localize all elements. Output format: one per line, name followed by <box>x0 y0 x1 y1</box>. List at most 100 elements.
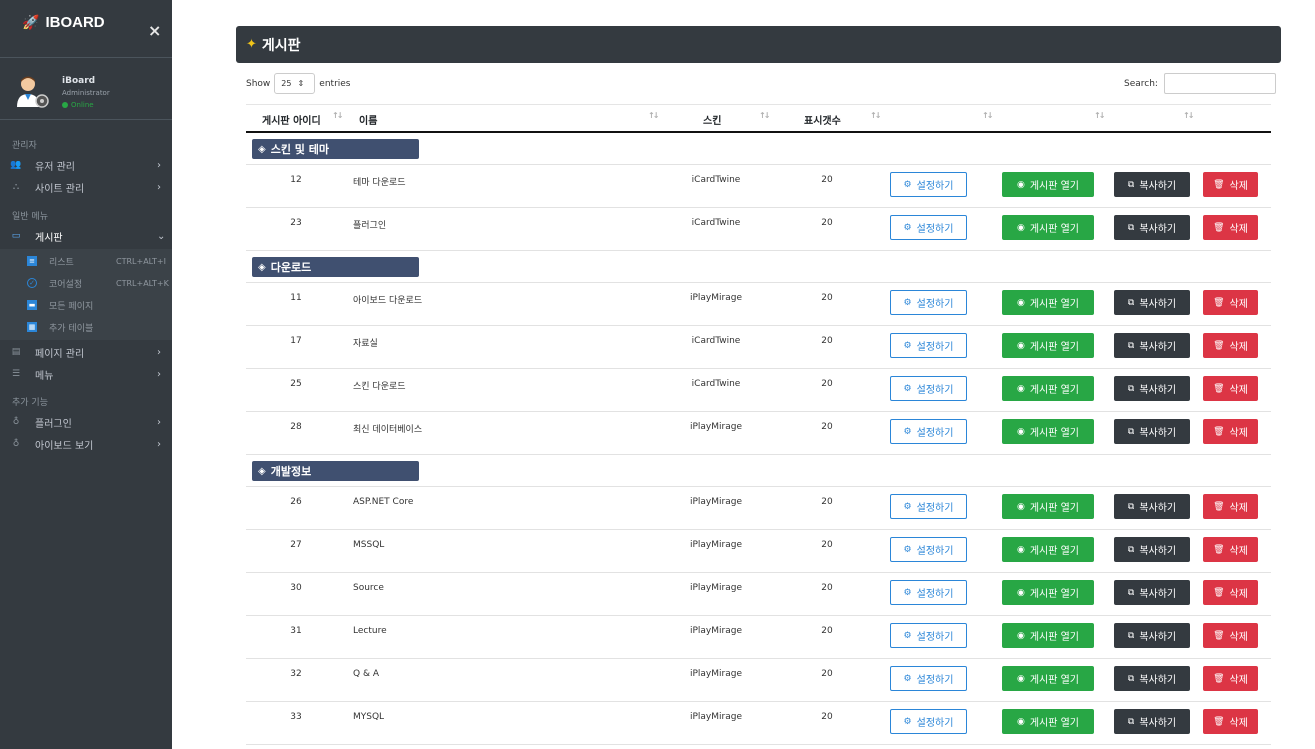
column-header-id[interactable]: 게시판 아이디 <box>262 112 321 127</box>
copy-icon: ⧉ <box>1127 673 1135 684</box>
settings-button[interactable]: ⚙ 설정하기 <box>890 333 967 358</box>
sort-icon[interactable]: ↑↓ <box>1183 111 1194 120</box>
open-label: 게시판 열기 <box>1029 428 1080 439</box>
delete-button[interactable]: 🗑 삭제 <box>1203 709 1258 734</box>
sort-icon[interactable]: ↑↓ <box>648 111 659 120</box>
table-row: 11 아이보드 다운로드 iPlayMirage 20 ⚙ 설정하기 ◉ 게시판 열기 ⧉ 복사하… <box>246 283 1271 326</box>
delete-button[interactable]: 🗑 삭제 <box>1203 494 1258 519</box>
sidebar-item-board[interactable]: ▭ 게시판 ⌄ <box>0 226 172 246</box>
copy-button[interactable]: ⧉ 복사하기 <box>1114 215 1190 240</box>
close-icon[interactable]: × <box>148 21 161 40</box>
sort-icon[interactable]: ↑↓ <box>982 111 993 120</box>
delete-button[interactable]: 🗑 삭제 <box>1203 419 1258 444</box>
open-label: 게시판 열기 <box>1029 589 1080 600</box>
copy-button[interactable]: ⧉ 복사하기 <box>1114 172 1190 197</box>
copy-icon: ⧉ <box>1127 587 1135 598</box>
open-board-button[interactable]: ◉ 게시판 열기 <box>1002 215 1094 240</box>
settings-button[interactable]: ⚙ 설정하기 <box>890 290 967 315</box>
trash-icon: 🗑 <box>1213 222 1225 233</box>
copy-button[interactable]: ⧉ 복사하기 <box>1114 666 1190 691</box>
delete-button[interactable]: 🗑 삭제 <box>1203 623 1258 648</box>
sidebar-item-view[interactable]: ♁ 아이보드 보기 › <box>0 434 172 454</box>
delete-label: 삭제 <box>1229 385 1248 396</box>
settings-button[interactable]: ⚙ 설정하기 <box>890 494 967 519</box>
open-board-button[interactable]: ◉ 게시판 열기 <box>1002 494 1094 519</box>
copy-button[interactable]: ⧉ 복사하기 <box>1114 419 1190 444</box>
brand-logo[interactable]: 🚀 IBOARD <box>22 14 105 31</box>
board-skin: iPlayMirage <box>689 497 742 507</box>
open-board-button[interactable]: ◉ 게시판 열기 <box>1002 333 1094 358</box>
submenu-item-list[interactable]: ≡ 리스트 CTRL+ALT+I <box>0 251 172 271</box>
column-header-name[interactable]: 이름 <box>359 112 377 127</box>
submenu-item-core[interactable]: ✓ 코어설정 CTRL+ALT+K <box>0 273 172 293</box>
avatar[interactable] <box>14 73 50 109</box>
open-board-button[interactable]: ◉ 게시판 열기 <box>1002 537 1094 562</box>
sidebar-item-site[interactable]: ⛬ 사이트 관리 › <box>0 177 172 197</box>
column-header-skin[interactable]: 스킨 <box>703 112 721 127</box>
settings-button[interactable]: ⚙ 설정하기 <box>890 172 967 197</box>
copy-button[interactable]: ⧉ 복사하기 <box>1114 580 1190 605</box>
copy-button[interactable]: ⧉ 복사하기 <box>1114 333 1190 358</box>
table-row: 33 MYSQL iPlayMirage 20 ⚙ 설정하기 ◉ 게시판 열기 ⧉ 복사하기 🗑 삭제 <box>246 702 1271 745</box>
sort-icon[interactable]: ↑↓ <box>332 111 343 120</box>
trash-icon: 🗑 <box>1213 587 1225 598</box>
open-board-button[interactable]: ◉ 게시판 열기 <box>1002 666 1094 691</box>
open-board-button[interactable]: ◉ 게시판 열기 <box>1002 580 1094 605</box>
open-board-button[interactable]: ◉ 게시판 열기 <box>1002 290 1094 315</box>
delete-button[interactable]: 🗑 삭제 <box>1203 537 1258 562</box>
open-board-button[interactable]: ◉ 게시판 열기 <box>1002 709 1094 734</box>
open-board-button[interactable]: ◉ 게시판 열기 <box>1002 623 1094 648</box>
page-title: 게시판 <box>261 37 301 54</box>
copy-icon: ⧉ <box>1127 426 1135 437</box>
settings-button[interactable]: ⚙ 설정하기 <box>890 215 967 240</box>
delete-button[interactable]: 🗑 삭제 <box>1203 376 1258 401</box>
settings-button[interactable]: ⚙ 설정하기 <box>890 537 967 562</box>
copy-icon: ⧉ <box>1127 716 1135 727</box>
board-count: 20 <box>821 583 833 593</box>
copy-button[interactable]: ⧉ 복사하기 <box>1114 290 1190 315</box>
shortcut-label: CTRL+ALT+I <box>116 256 166 266</box>
delete-button[interactable]: 🗑 삭제 <box>1203 666 1258 691</box>
delete-button[interactable]: 🗑 삭제 <box>1203 580 1258 605</box>
submenu-item-pages[interactable]: ▬ 모든 페이지 <box>0 295 172 315</box>
board-name: 플러그인 <box>353 221 387 231</box>
entries-select[interactable]: 25 ⇕ <box>274 73 316 94</box>
delete-button[interactable]: 🗑 삭제 <box>1203 215 1258 240</box>
open-board-button[interactable]: ◉ 게시판 열기 <box>1002 419 1094 444</box>
sidebar-item-pages[interactable]: ▤ 페이지 관리 › <box>0 342 172 362</box>
settings-button[interactable]: ⚙ 설정하기 <box>890 666 967 691</box>
settings-button[interactable]: ⚙ 설정하기 <box>890 709 967 734</box>
settings-button[interactable]: ⚙ 설정하기 <box>890 623 967 648</box>
board-count: 20 <box>821 218 833 228</box>
delete-button[interactable]: 🗑 삭제 <box>1203 333 1258 358</box>
open-board-button[interactable]: ◉ 게시판 열기 <box>1002 376 1094 401</box>
board-id: 17 <box>290 336 302 346</box>
copy-button[interactable]: ⧉ 복사하기 <box>1114 537 1190 562</box>
sidebar-item-users[interactable]: 👥 유저 관리 › <box>0 155 172 175</box>
settings-label: 설정하기 <box>916 718 954 729</box>
settings-label: 설정하기 <box>916 632 954 643</box>
delete-button[interactable]: 🗑 삭제 <box>1203 290 1258 315</box>
submenu-item-tables[interactable]: ▦ 추가 테이블 <box>0 317 172 337</box>
board-name: MYSQL <box>353 712 385 722</box>
copy-button[interactable]: ⧉ 복사하기 <box>1114 494 1190 519</box>
table-row: 23 플러그인 iCardTwine 20 ⚙ 설정하기 ◉ 게시판 열기 ⧉ 복사하기 🗑 삭제 <box>246 208 1271 251</box>
board-name: Q & A <box>353 669 379 679</box>
copy-button[interactable]: ⧉ 복사하기 <box>1114 376 1190 401</box>
sort-icon[interactable]: ↑↓ <box>759 111 770 120</box>
settings-button[interactable]: ⚙ 설정하기 <box>890 419 967 444</box>
sort-icon[interactable]: ↑↓ <box>1094 111 1105 120</box>
user-name: iBoard <box>62 76 96 86</box>
sidebar-item-plugin[interactable]: ♁ 플러그인 › <box>0 412 172 432</box>
delete-button[interactable]: 🗑 삭제 <box>1203 172 1258 197</box>
copy-button[interactable]: ⧉ 복사하기 <box>1114 709 1190 734</box>
sort-icon[interactable]: ↑↓ <box>870 111 881 120</box>
copy-button[interactable]: ⧉ 복사하기 <box>1114 623 1190 648</box>
settings-button[interactable]: ⚙ 설정하기 <box>890 376 967 401</box>
column-header-count[interactable]: 표시갯수 <box>804 112 841 127</box>
settings-button[interactable]: ⚙ 설정하기 <box>890 580 967 605</box>
open-board-button[interactable]: ◉ 게시판 열기 <box>1002 172 1094 197</box>
check-circle-icon: ✓ <box>27 278 37 288</box>
sidebar-item-menu[interactable]: ☰ 메뉴 › <box>0 364 172 384</box>
search-input[interactable] <box>1163 73 1276 94</box>
